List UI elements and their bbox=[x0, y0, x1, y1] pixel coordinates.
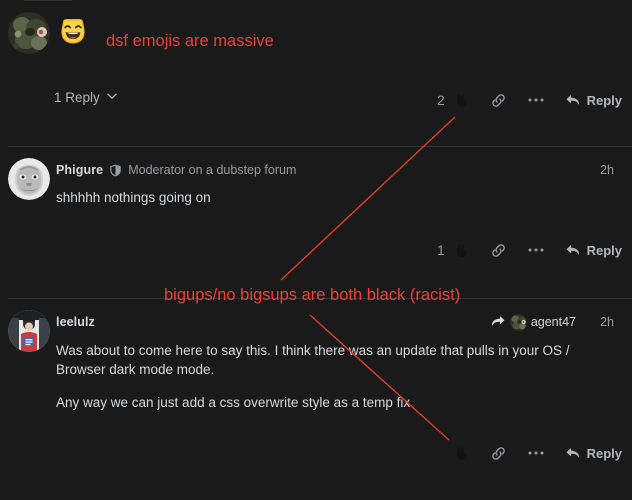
avatar[interactable] bbox=[8, 158, 50, 200]
avatar-image bbox=[8, 158, 50, 200]
bigups-button[interactable] bbox=[447, 445, 480, 462]
reply-button[interactable]: Reply bbox=[555, 446, 622, 461]
comment-actions: Reply bbox=[445, 442, 622, 464]
more-options-button[interactable] bbox=[517, 450, 555, 456]
comment-body: shhhhh nothings going on bbox=[56, 188, 604, 207]
avatar-image bbox=[8, 12, 50, 54]
comment-header: leelulz agent47 2h bbox=[56, 312, 624, 332]
comment-header: Phigure Moderator on a dubstep forum 2h bbox=[56, 160, 624, 180]
more-options-button[interactable] bbox=[517, 97, 555, 103]
avatar[interactable] bbox=[8, 12, 50, 54]
parent-comment-reference[interactable]: agent47 bbox=[491, 313, 576, 331]
comment-thread-page: dsf emojis are massive 1 Reply 2 Reply P… bbox=[0, 0, 632, 500]
comment-paragraph: shhhhh nothings going on bbox=[56, 190, 211, 205]
bigups-hand-icon bbox=[453, 92, 470, 109]
vote-count: 2 bbox=[437, 92, 445, 108]
reply-label: Reply bbox=[586, 445, 622, 461]
divider-1 bbox=[8, 146, 632, 147]
annotation-note-top: dsf emojis are massive bbox=[106, 32, 274, 50]
reply-button[interactable]: Reply bbox=[555, 243, 622, 258]
comment-paragraph: Was about to come here to say this. I th… bbox=[56, 343, 570, 377]
divider-top bbox=[24, 0, 72, 1]
more-options-button[interactable] bbox=[517, 247, 555, 253]
share-button[interactable] bbox=[480, 242, 517, 259]
username[interactable]: Phigure bbox=[56, 163, 103, 177]
more-dots-icon bbox=[527, 97, 545, 103]
avatar[interactable] bbox=[8, 310, 50, 352]
comment-actions: 1 Reply bbox=[437, 239, 622, 261]
parent-username: agent47 bbox=[530, 315, 576, 329]
share-button[interactable] bbox=[480, 445, 517, 462]
comment-actions: 2 Reply bbox=[437, 89, 622, 111]
annotation-note-middle: bigups/no bigsups are both black (racist… bbox=[164, 286, 461, 304]
reply-arrow-icon bbox=[565, 93, 581, 107]
reaction-emoji[interactable] bbox=[58, 16, 88, 46]
timestamp[interactable]: 2h bbox=[600, 315, 614, 329]
reply-arrow-icon bbox=[565, 446, 581, 460]
reply-button[interactable]: Reply bbox=[555, 93, 622, 108]
avatar-image bbox=[8, 310, 50, 352]
moderator-shield-icon bbox=[109, 164, 122, 177]
grinning-squinting-face-emoji bbox=[61, 19, 85, 44]
link-icon bbox=[490, 92, 507, 109]
avatar-image bbox=[509, 313, 527, 331]
parent-avatar bbox=[509, 313, 527, 331]
more-dots-icon bbox=[527, 247, 545, 253]
bigups-hand-icon bbox=[453, 242, 470, 259]
link-icon bbox=[490, 445, 507, 462]
timestamp[interactable]: 2h bbox=[600, 163, 614, 177]
user-flair: Moderator on a dubstep forum bbox=[128, 163, 297, 177]
chevron-down-icon bbox=[106, 90, 118, 105]
share-button[interactable] bbox=[480, 92, 517, 109]
bigups-button[interactable] bbox=[447, 92, 480, 109]
more-dots-icon bbox=[527, 450, 545, 456]
reply-label: Reply bbox=[586, 92, 622, 108]
bigups-hand-icon bbox=[453, 445, 470, 462]
comment-paragraph: Any way we can just add a css overwrite … bbox=[56, 395, 411, 410]
reply-label: Reply bbox=[586, 242, 622, 258]
replies-expander[interactable]: 1 Reply bbox=[54, 90, 118, 105]
link-icon bbox=[490, 242, 507, 259]
comment-body: Was about to come here to say this. I th… bbox=[56, 341, 604, 412]
bigups-button[interactable] bbox=[447, 242, 480, 259]
vote-count: 1 bbox=[437, 242, 445, 258]
replies-expander-label: 1 Reply bbox=[54, 90, 100, 105]
reply-to-arrow-icon bbox=[491, 314, 506, 330]
username[interactable]: leelulz bbox=[56, 315, 95, 329]
reply-arrow-icon bbox=[565, 243, 581, 257]
